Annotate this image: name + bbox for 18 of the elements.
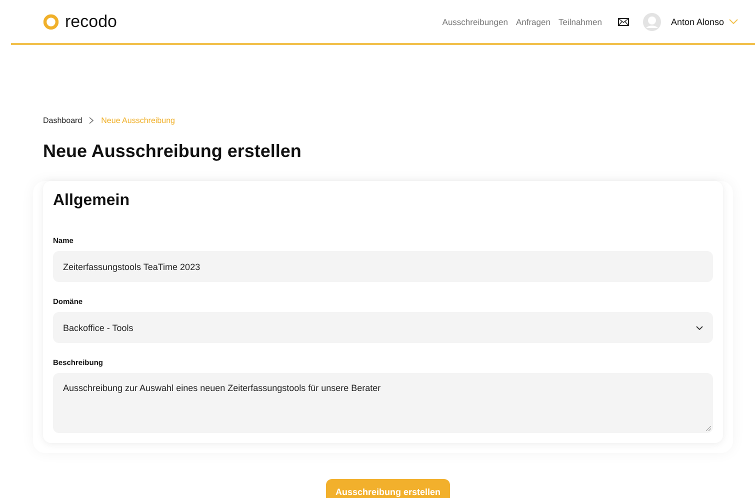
resize-handle-icon[interactable]: [706, 426, 711, 431]
user-name[interactable]: Anton Alonso: [670, 16, 724, 26]
chevron-right-icon: [89, 117, 94, 124]
name-field[interactable]: Zeiterfassungstools TeaTime 2023: [53, 251, 713, 282]
avatar-icon[interactable]: [642, 12, 661, 30]
breadcrumb-link[interactable]: Dashboard: [43, 116, 82, 125]
logo-icon: [43, 14, 59, 30]
nav-link[interactable]: Ausschreibungen: [442, 16, 508, 26]
chevron-down-icon: [696, 326, 703, 330]
description-field[interactable]: Ausschreibung zur Auswahl eines neuen Zeiterfassungstools für unsere Berater: [53, 373, 713, 433]
mail-icon[interactable]: [618, 18, 629, 26]
domain-dropdown[interactable]: Backoffice - Tools: [53, 312, 713, 343]
logo-text: recodo: [65, 12, 117, 32]
chevron-down-icon[interactable]: [729, 19, 738, 24]
page-title: Neue Ausschreibung erstellen: [43, 141, 302, 162]
nav-link[interactable]: Teilnahmen: [558, 16, 602, 26]
nav-link[interactable]: Anfragen: [516, 16, 550, 26]
section-title: Allgemein: [53, 192, 130, 210]
